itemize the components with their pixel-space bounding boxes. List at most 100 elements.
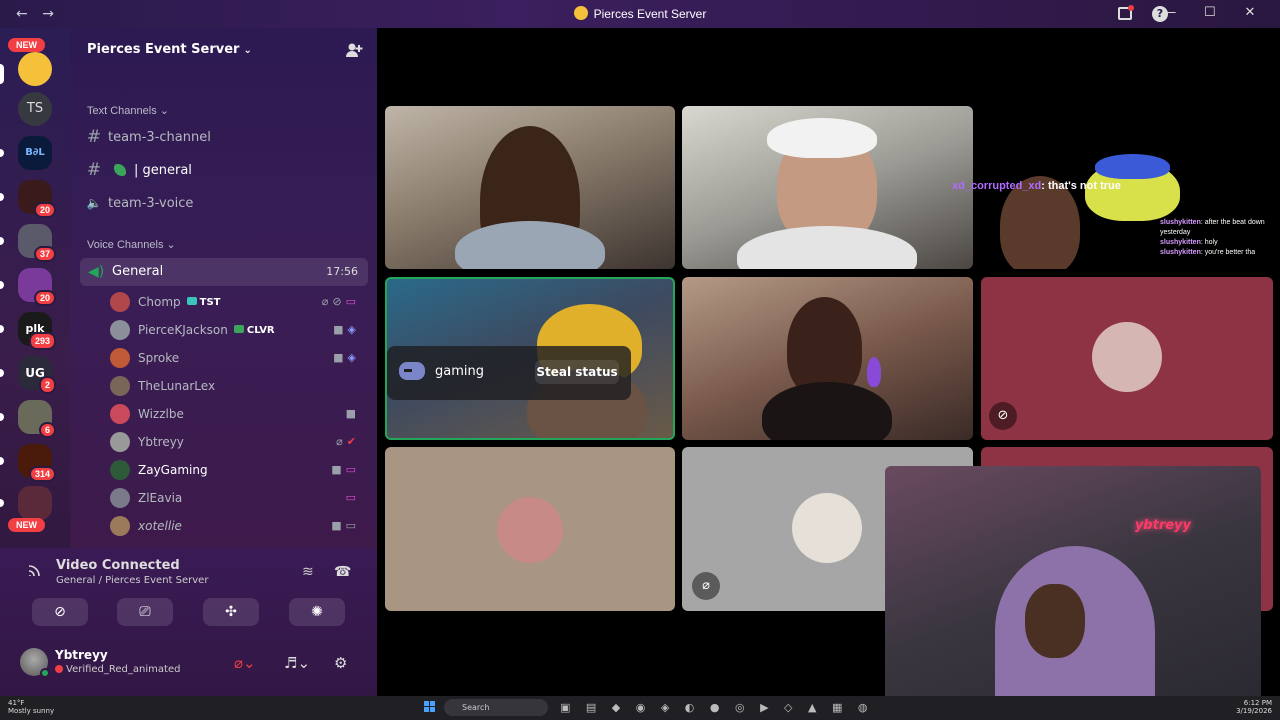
voice-member[interactable]: xotellie ■▭: [110, 513, 368, 539]
mute-mic-icon[interactable]: ⌀⌄: [234, 654, 256, 672]
stream-chat-log: slushykitten: after the beat down yester…: [1160, 218, 1270, 258]
channel-team-3-channel[interactable]: # team-3-channel: [80, 122, 370, 152]
channel-label: team-3-channel: [108, 129, 211, 145]
voice-member[interactable]: ZlEavia ▭: [110, 485, 368, 511]
maximize-button[interactable]: ☐: [1192, 5, 1228, 20]
channel-team-3-voice[interactable]: 🔈 team-3-voice: [80, 188, 370, 218]
guild-plk[interactable]: plk 293: [18, 312, 56, 350]
guild-ug[interactable]: UG 2: [18, 356, 56, 394]
stream-mascot-hat: [1095, 154, 1170, 179]
headphones-icon[interactable]: ♬⌄: [284, 654, 310, 672]
video-tile[interactable]: [682, 106, 973, 269]
voice-channel-general[interactable]: ◀) General 17:56: [80, 258, 368, 286]
avatar: [110, 488, 130, 508]
guild-ts[interactable]: TS: [18, 92, 52, 126]
system-tray-clock[interactable]: 6:12 PM 3/19/2026: [1236, 699, 1272, 715]
guild-server-8[interactable]: 6: [18, 400, 56, 438]
activity-status-popup: gaming Steal status: [387, 346, 631, 400]
member-status-icons: ▭: [345, 491, 360, 504]
video-tile[interactable]: [385, 106, 675, 269]
category-text-channels[interactable]: Text Channels ⌄: [87, 104, 169, 117]
avatar: [110, 376, 130, 396]
disconnect-icon[interactable]: ☎: [334, 564, 351, 580]
minimize-button[interactable]: —: [1152, 5, 1188, 20]
activities-button[interactable]: ✣: [203, 598, 259, 626]
participant-shirt: [737, 226, 917, 269]
avatar: [110, 432, 130, 452]
server-emoji-icon: [573, 6, 588, 20]
steal-status-button[interactable]: Steal status: [535, 360, 619, 384]
clan-tag-text: TST: [199, 296, 221, 308]
guild-server-9[interactable]: 314: [18, 444, 56, 482]
voice-member[interactable]: PierceKJackson CLVR ■◈: [110, 317, 368, 343]
avatar: [110, 320, 130, 340]
mention-badge: 293: [28, 332, 56, 350]
mention-badge: 20: [33, 202, 56, 218]
guild-server-5[interactable]: 20: [18, 268, 56, 306]
member-status-icons: ⌀⊘▭: [321, 295, 360, 308]
voice-member[interactable]: ZayGaming ■▭: [110, 457, 368, 483]
member-name: PierceKJackson: [138, 323, 228, 337]
guild-unread-pill: [0, 237, 4, 245]
settings-gear-icon[interactable]: ⚙: [334, 654, 347, 672]
chat-line: slushykitten: holy: [1160, 238, 1270, 248]
video-tile[interactable]: [682, 277, 973, 440]
hash-icon: #: [86, 160, 102, 180]
guild-emoji-server[interactable]: [18, 52, 52, 86]
camera-off-button[interactable]: ⊘: [32, 598, 88, 626]
guild-unread-pill: [0, 499, 4, 507]
chat-username: slushykitten: [1160, 249, 1201, 256]
window-controls: — ☐ ✕: [1152, 5, 1268, 20]
chat-message: : holy: [1200, 239, 1218, 246]
channel-label: | general: [134, 162, 192, 178]
windows-start-icon[interactable]: [424, 701, 436, 713]
guild-ts-label: TS: [26, 101, 44, 116]
video-tile-camera-off[interactable]: ⊘: [981, 277, 1273, 440]
channel-general-text[interactable]: # | general: [80, 155, 370, 185]
chat-message: : that's not true: [1041, 180, 1121, 192]
guild-server-10[interactable]: [18, 486, 52, 520]
member-status-icons: ■: [345, 407, 360, 420]
taskbar-app-icons[interactable]: ▣ ▤ ◆ ◉ ◈ ◐ ● ◎ ▶ ◇ ▲ ▦ ◍: [560, 701, 873, 714]
taskbar-search[interactable]: Search: [444, 699, 548, 716]
inbox-icon[interactable]: [1118, 5, 1134, 20]
verified-icon: [55, 665, 63, 673]
streamer-face: [1025, 584, 1085, 658]
user-custom-status: Verified_Red_animated: [55, 664, 180, 675]
voice-member[interactable]: Wizzlbe ■: [110, 401, 368, 427]
screen-share-button[interactable]: ⎚: [117, 598, 173, 626]
guild-server-4[interactable]: 37: [18, 224, 56, 262]
category-voice-channels[interactable]: Voice Channels ⌄: [87, 238, 176, 251]
activity-label: gaming: [435, 364, 484, 379]
server-header[interactable]: Pierces Event Server ⌄: [70, 28, 377, 72]
chat-line: slushykitten: after the beat down yester…: [1160, 218, 1270, 238]
signal-icon[interactable]: [28, 563, 44, 581]
soundboard-button[interactable]: ✺: [289, 598, 345, 626]
member-name: ZayGaming: [138, 463, 208, 477]
voice-member[interactable]: Chomp TST ⌀⊘▭: [110, 289, 368, 315]
guild-itzjln[interactable]: 20: [18, 180, 56, 218]
weather-widget[interactable]: 41°F Mostly sunny: [8, 699, 54, 715]
server-name-text: Pierces Event Server: [87, 42, 240, 57]
add-member-icon[interactable]: [345, 41, 363, 59]
voice-member[interactable]: Sproke ■◈: [110, 345, 368, 371]
avatar: [110, 404, 130, 424]
voice-channel-label: General: [112, 264, 164, 279]
online-status-dot: [40, 668, 50, 678]
guild-unread-pill: [0, 325, 4, 333]
guild-bol-label: B∂L: [25, 147, 45, 158]
clan-tag: TST: [186, 296, 221, 308]
close-button[interactable]: ✕: [1232, 5, 1268, 20]
voice-member[interactable]: TheLunarLex: [110, 373, 368, 399]
guild-bol[interactable]: B∂L: [18, 136, 52, 170]
member-name: Wizzlbe: [138, 407, 184, 421]
member-status-icons: ⌀✔: [336, 435, 360, 448]
video-tile-camera-off[interactable]: [385, 447, 675, 611]
noise-suppression-icon[interactable]: ≋: [302, 564, 314, 580]
member-name: Sproke: [138, 351, 180, 365]
new-badge-top: NEW: [8, 38, 45, 52]
voice-location[interactable]: General / Pierces Event Server: [56, 575, 208, 586]
mention-badge: 37: [33, 246, 56, 262]
chat-username: xd_corrupted_xd: [952, 180, 1042, 192]
voice-member[interactable]: Ybtreyy ⌀✔: [110, 429, 368, 455]
